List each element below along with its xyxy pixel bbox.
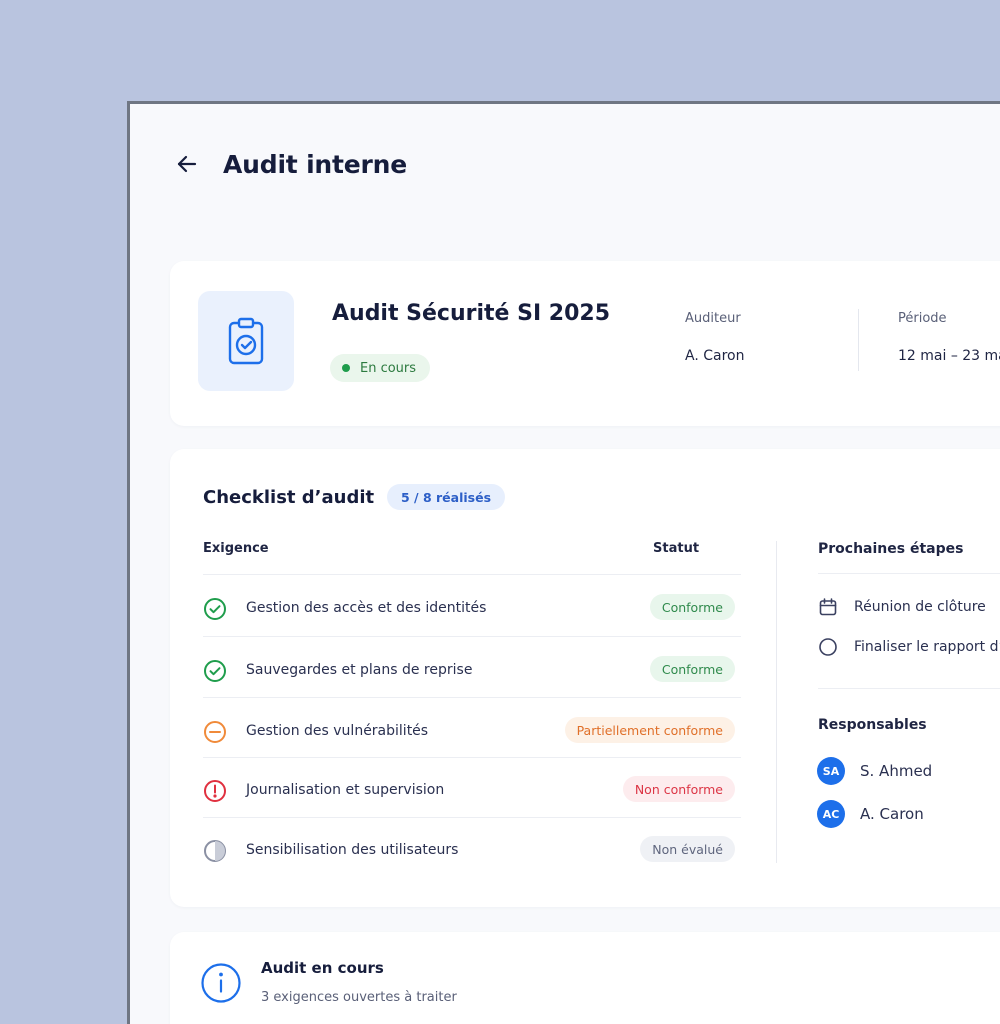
page-header: Audit interne <box>173 144 407 184</box>
table-row[interactable]: Gestion des vulnérabilités Partiellement… <box>203 697 741 758</box>
divider <box>818 688 1000 689</box>
row-status-badge: Non évalué <box>640 836 735 862</box>
calendar-icon <box>819 598 837 616</box>
row-label: Sensibilisation des utilisateurs <box>246 842 459 858</box>
next-step-label: Réunion de clôture <box>854 599 986 615</box>
meta-divider <box>858 309 859 371</box>
checklist-title: Checklist d’audit <box>203 487 375 508</box>
next-step-item[interactable]: Finaliser le rapport d’ <box>818 635 1000 659</box>
info-title: Audit en cours <box>261 959 384 977</box>
table-row[interactable]: Sensibilisation des utilisateurs Non éva… <box>203 817 741 878</box>
divider <box>818 573 1000 574</box>
row-label: Journalisation et supervision <box>246 782 445 798</box>
page-title: Audit interne <box>223 149 408 179</box>
alert-circle-icon <box>203 779 227 803</box>
progress-count-badge: 5 / 8 réalisés <box>387 484 506 510</box>
responsable-item[interactable]: SA S. Ahmed <box>817 757 932 785</box>
period-value: 12 mai – 23 ma <box>898 348 1000 364</box>
auditor-label: Auditeur <box>685 311 741 326</box>
table-row[interactable]: Journalisation et supervision Non confor… <box>203 757 741 818</box>
status-text: En cours <box>360 360 417 376</box>
clipboard-check-icon <box>228 317 264 365</box>
row-status-badge: Conforme <box>649 656 735 682</box>
status-dot <box>342 364 350 372</box>
row-status-badge: Partiellement conforme <box>564 717 735 743</box>
circle-icon <box>819 638 837 656</box>
auditor-value: A. Caron <box>685 348 745 364</box>
next-step-item[interactable]: Réunion de clôture <box>818 595 986 619</box>
info-card: Audit en cours 3 exigences ouvertes à tr… <box>170 932 1000 1024</box>
column-header-requirement: Exigence <box>203 541 269 556</box>
row-label: Sauvegardes et plans de reprise <box>246 662 473 678</box>
table-row[interactable]: Gestion des accès et des identités Confo… <box>203 574 741 635</box>
row-label: Gestion des vulnérabilités <box>246 723 429 739</box>
status-badge: En cours <box>330 354 431 382</box>
info-subtitle: 3 exigences ouvertes à traiter <box>261 990 457 1005</box>
column-header-status: Statut <box>653 541 700 556</box>
next-step-label: Finaliser le rapport d’ <box>854 639 1000 655</box>
table-row[interactable]: Sauvegardes et plans de reprise Conforme <box>203 636 741 697</box>
responsable-name: A. Caron <box>860 805 924 823</box>
avatar: AC <box>817 800 845 828</box>
app-window: Audit interne Audit Sécurité SI 2025 En … <box>127 101 1000 1024</box>
responsable-name: S. Ahmed <box>860 762 933 780</box>
audit-icon-container <box>198 291 294 391</box>
next-steps-title: Prochaines étapes <box>818 541 964 557</box>
responsables-title: Responsables <box>818 717 927 733</box>
period-label: Période <box>898 311 947 326</box>
row-label: Gestion des accès et des identités <box>246 600 487 616</box>
row-status-badge: Non conforme <box>622 776 735 802</box>
audit-summary-card: Audit Sécurité SI 2025 En cours Auditeur… <box>170 261 1000 426</box>
checklist-card: Checklist d’audit 5 / 8 réalisés Exigenc… <box>170 449 1000 907</box>
back-button[interactable] <box>173 150 201 178</box>
check-circle-icon <box>203 597 227 621</box>
minus-circle-icon <box>203 720 227 744</box>
info-icon <box>201 963 241 1003</box>
responsable-item[interactable]: AC A. Caron <box>817 800 924 828</box>
row-status-badge: Conforme <box>649 594 735 620</box>
arrow-left-icon <box>177 155 197 173</box>
half-circle-icon <box>203 839 227 863</box>
check-circle-icon <box>203 659 227 683</box>
column-divider <box>776 541 777 863</box>
avatar: SA <box>817 757 845 785</box>
audit-name: Audit Sécurité SI 2025 <box>332 301 611 326</box>
